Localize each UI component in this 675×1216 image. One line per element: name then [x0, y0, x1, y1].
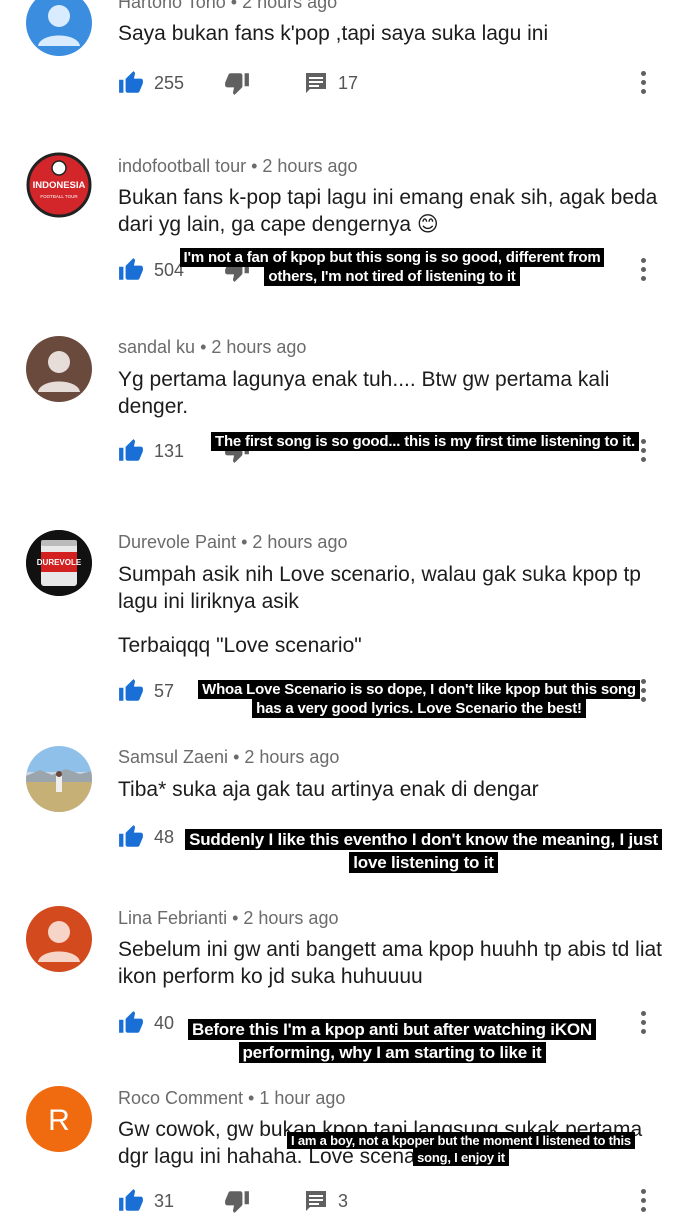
- paint-can-logo: DUREVOLE: [26, 530, 92, 596]
- more-options-icon[interactable]: [638, 255, 648, 285]
- default-user-icon: [38, 351, 80, 392]
- thumbs-up-icon: [119, 439, 143, 461]
- letter-avatar: R: [48, 1104, 70, 1137]
- author-name[interactable]: indofootball tour: [118, 156, 246, 176]
- avatar[interactable]: [26, 906, 92, 972]
- thumbs-up-icon: [119, 71, 143, 93]
- translation-caption: The first song is so good... this is my …: [205, 432, 645, 451]
- like-count: 48: [154, 826, 175, 847]
- comment-meta: Samsul Zaeni • 2 hours ago: [118, 747, 340, 767]
- like-button[interactable]: 57: [118, 676, 174, 706]
- comment-meta: Lina Febrianti • 2 hours ago: [118, 908, 339, 928]
- comment-text: Sebelum ini gw anti bangett ama kpop huu…: [118, 938, 663, 988]
- like-button[interactable]: 255: [118, 68, 184, 98]
- avatar[interactable]: INDONESIA FOOTBALL TOUR: [26, 152, 92, 218]
- translation-caption: I'm not a fan of kpop but this song is s…: [175, 248, 609, 286]
- like-count: 57: [154, 680, 175, 701]
- reply-count: 3: [338, 1190, 349, 1211]
- comment-meta: sandal ku • 2 hours ago: [118, 337, 307, 357]
- avatar[interactable]: [26, 336, 92, 402]
- translation-caption: Before this I'm a kpop anti but after wa…: [166, 1018, 618, 1064]
- more-options-icon[interactable]: [638, 68, 648, 98]
- avatar[interactable]: R: [26, 1086, 92, 1152]
- translation-caption: Suddenly I like this eventho I don't kno…: [180, 828, 667, 874]
- svg-text:R: R: [48, 1104, 70, 1137]
- avatar[interactable]: [26, 746, 92, 812]
- dislike-button[interactable]: [224, 1186, 250, 1216]
- author-name[interactable]: Samsul Zaeni: [118, 747, 228, 767]
- default-user-icon: [38, 5, 80, 46]
- more-options-icon[interactable]: [638, 1008, 648, 1038]
- default-user-icon: [38, 921, 80, 962]
- timestamp: 1 hour ago: [259, 1088, 346, 1108]
- translation-caption: I am a boy, not a kpoper but the moment …: [272, 1132, 650, 1166]
- timestamp: 2 hours ago: [242, 0, 338, 12]
- timestamp: 2 hours ago: [243, 908, 339, 928]
- comment-actions: 255 17: [118, 68, 658, 98]
- avatar[interactable]: [26, 0, 92, 56]
- like-count: 131: [154, 440, 185, 461]
- comment-text: Sumpah asik nih Love scenario, walau gak…: [118, 563, 641, 657]
- indonesia-football-logo: INDONESIA FOOTBALL TOUR: [26, 152, 92, 218]
- author-name[interactable]: Hartono Tono: [118, 0, 226, 12]
- reply-button[interactable]: 3: [304, 1186, 348, 1216]
- like-button[interactable]: 48: [118, 822, 174, 852]
- timestamp: 2 hours ago: [244, 747, 340, 767]
- logo-text: DUREVOLE: [37, 558, 82, 567]
- comment-text: Yg pertama lagunya enak tuh.... Btw gw p…: [118, 368, 610, 418]
- thumbs-up-icon: [119, 1011, 143, 1033]
- thumbs-down-icon: [225, 73, 249, 95]
- thumbs-down-icon: [225, 1191, 249, 1213]
- like-count: 31: [154, 1190, 175, 1211]
- comment-meta: Hartono Tono • 2 hours ago: [118, 0, 337, 13]
- comment-text: Bukan fans k-pop tapi lagu ini emang ena…: [118, 186, 658, 236]
- comment-icon: [306, 1191, 326, 1211]
- comment-actions: 31 3: [118, 1186, 658, 1216]
- author-name[interactable]: Roco Comment: [118, 1088, 243, 1108]
- comment-text: Tiba* suka aja gak tau artinya enak di d…: [118, 778, 539, 801]
- thumbs-up-icon: [119, 258, 143, 280]
- comment-text: Saya bukan fans k'pop ,tapi saya suka la…: [118, 22, 549, 45]
- like-count: 255: [154, 72, 185, 93]
- logo-subtext: FOOTBALL TOUR: [40, 194, 78, 199]
- comment-icon: [306, 73, 326, 93]
- thumbs-up-icon: [119, 825, 143, 847]
- comment-meta: Durevole Paint • 2 hours ago: [118, 532, 348, 552]
- translation-caption: Whoa Love Scenario is so dope, I don't l…: [192, 680, 646, 718]
- more-options-icon[interactable]: [638, 1186, 648, 1216]
- comment-meta: indofootball tour • 2 hours ago: [118, 156, 358, 176]
- avatar[interactable]: DUREVOLE: [26, 530, 92, 596]
- timestamp: 2 hours ago: [211, 337, 307, 357]
- reply-button[interactable]: 17: [304, 68, 358, 98]
- like-button[interactable]: 31: [118, 1186, 174, 1216]
- author-name[interactable]: sandal ku: [118, 337, 195, 357]
- comment-meta: Roco Comment • 1 hour ago: [118, 1088, 346, 1108]
- author-name[interactable]: Lina Febrianti: [118, 908, 227, 928]
- author-name[interactable]: Durevole Paint: [118, 532, 236, 552]
- thumbs-up-icon: [119, 679, 143, 701]
- dislike-button[interactable]: [224, 68, 250, 98]
- thumbs-up-icon: [119, 1189, 143, 1211]
- logo-text: INDONESIA: [33, 180, 86, 191]
- timestamp: 2 hours ago: [262, 156, 358, 176]
- reply-count: 17: [338, 72, 359, 93]
- like-button[interactable]: 131: [118, 436, 184, 466]
- landscape-photo-avatar: [26, 746, 92, 812]
- timestamp: 2 hours ago: [252, 532, 348, 552]
